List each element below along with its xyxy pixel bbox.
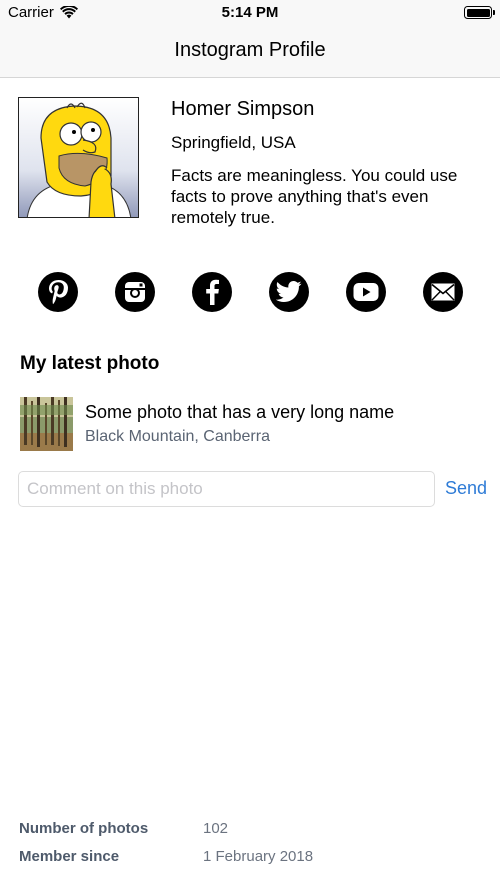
photos-count-label: Number of photos (19, 820, 149, 837)
social-links (0, 272, 500, 314)
navigation-bar: Instogram Profile (0, 26, 500, 78)
status-bar: Carrier 5:14 PM (0, 0, 500, 26)
photo-title[interactable]: Some photo that has a very long name (85, 402, 394, 423)
twitter-icon[interactable] (269, 272, 309, 312)
member-since-label: Member since (19, 848, 120, 865)
latest-photo-heading: My latest photo (20, 353, 160, 374)
status-time: 5:14 PM (221, 4, 279, 21)
profile-bio: Facts are meaningless. You could use fac… (171, 166, 458, 227)
photo-thumbnail-image (20, 397, 73, 451)
photos-count-value: 102 (203, 820, 229, 837)
photo-location: Black Mountain, Canberra (85, 428, 270, 445)
battery-icon (464, 6, 495, 19)
member-since-value: 1 February 2018 (203, 848, 314, 865)
facebook-icon[interactable] (192, 272, 232, 312)
avatar (18, 97, 139, 218)
youtube-icon[interactable] (346, 272, 386, 312)
page-title: Instogram Profile (174, 39, 326, 61)
profile-name: Homer Simpson (171, 98, 315, 120)
photo-thumbnail[interactable] (20, 397, 73, 451)
mail-icon[interactable] (423, 272, 463, 312)
avatar-illustration (19, 98, 138, 217)
comment-input[interactable] (18, 471, 435, 507)
instagram-icon[interactable] (115, 272, 155, 312)
battery-level (466, 8, 490, 17)
profile-location: Springfield, USA (171, 133, 296, 152)
pinterest-icon[interactable] (38, 272, 78, 312)
send-button[interactable]: Send (445, 478, 487, 499)
